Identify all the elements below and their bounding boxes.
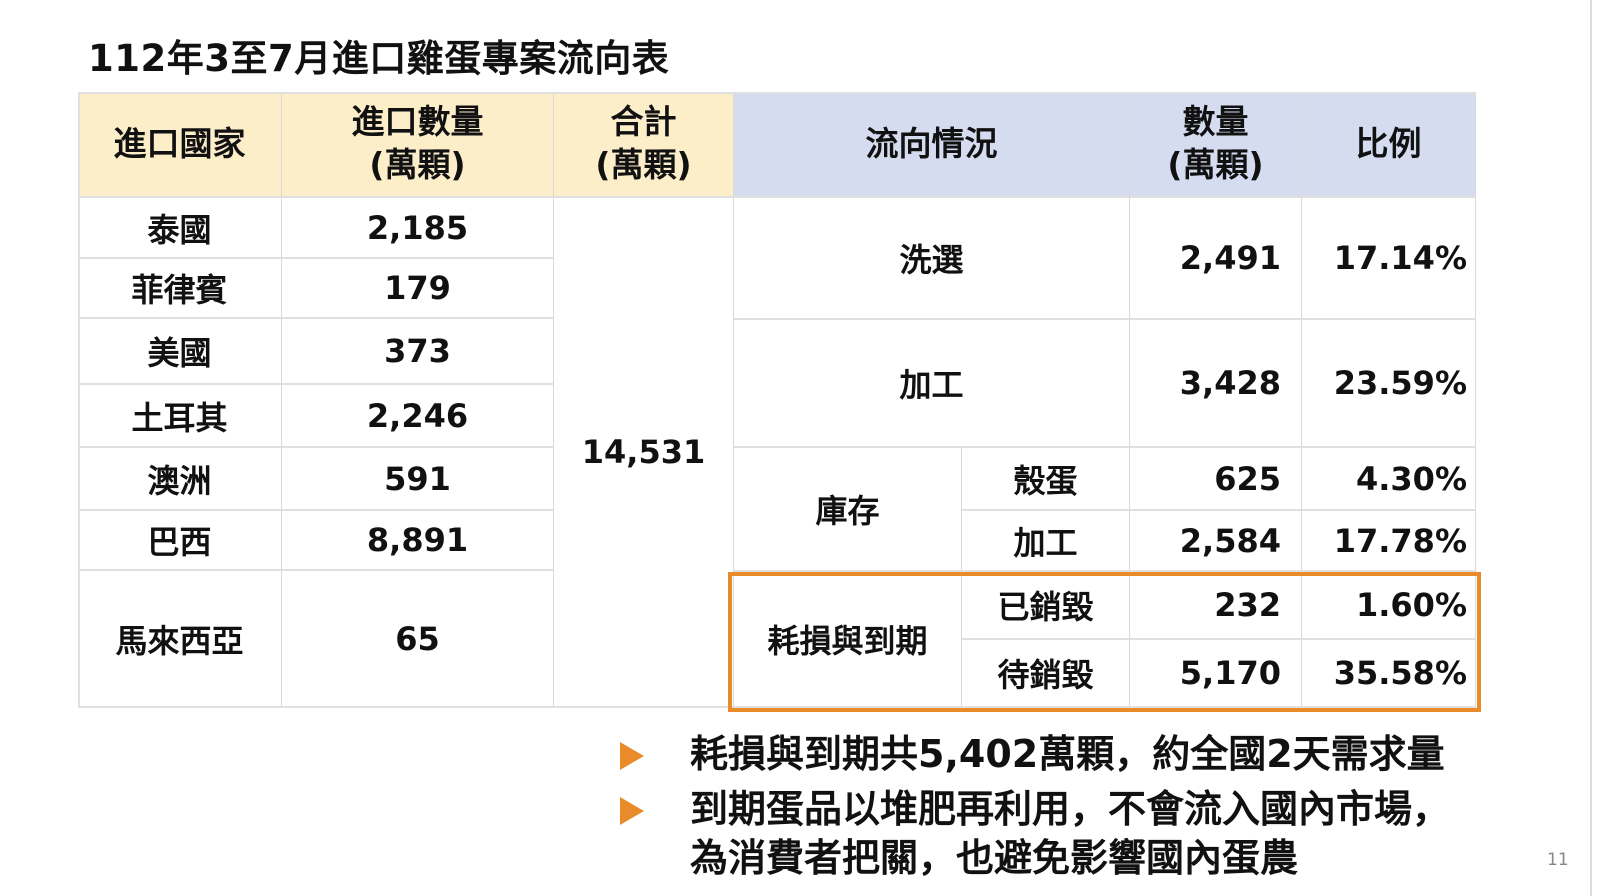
import-qty-3: 2,246 [282, 385, 554, 448]
import-country-3: 土耳其 [78, 385, 282, 448]
flow-loss-destroyed-ratio: 1.60% [1302, 572, 1476, 640]
triangle-bullet-icon [620, 742, 644, 770]
header-total: 合計 (萬顆) [554, 92, 734, 198]
import-total: 14,531 [554, 198, 734, 708]
flow-wash-label: 洗選 [734, 198, 1130, 320]
triangle-bullet-icon [620, 797, 644, 825]
import-qty-5: 8,891 [282, 511, 554, 571]
import-country-5: 巴西 [78, 511, 282, 571]
flow-stock-shell-ratio: 4.30% [1302, 448, 1476, 511]
page-number: 11 [1547, 850, 1569, 870]
flow-loss-destroyed-qty: 232 [1130, 572, 1302, 640]
bullet-2-line1: 到期蛋品以堆肥再利用，不會流入國內市場， [690, 787, 1451, 831]
bullet-1: 耗損與到期共5,402萬顆，約全國2天需求量 [620, 730, 1445, 779]
flow-stock-processed-label: 加工 [962, 511, 1130, 572]
flow-loss-destroyed-label: 已銷毀 [962, 572, 1130, 640]
header-import-qty-line2: (萬顆) [369, 145, 466, 184]
flow-stock-processed-qty: 2,584 [1130, 511, 1302, 572]
import-country-0: 泰國 [78, 198, 282, 259]
slide-edge-divider [1590, 0, 1592, 896]
flow-stock-shell-label: 殼蛋 [962, 448, 1130, 511]
header-country: 進口國家 [78, 92, 282, 198]
slide: 112年3至7月進口雞蛋專案流向表 進口國家 進口數量 (萬顆) 合計 (萬顆)… [0, 0, 1600, 896]
flow-process-label: 加工 [734, 320, 1130, 448]
import-qty-2: 373 [282, 319, 554, 385]
import-qty-4: 591 [282, 448, 554, 511]
flow-loss-pending-ratio: 35.58% [1302, 640, 1476, 708]
import-country-4: 澳洲 [78, 448, 282, 511]
header-qty-line2: (萬顆) [1167, 145, 1264, 184]
header-qty: 數量 (萬顆) [1130, 92, 1302, 198]
flow-loss-pending-qty: 5,170 [1130, 640, 1302, 708]
import-country-2: 美國 [78, 319, 282, 385]
import-qty-6: 65 [282, 571, 554, 708]
header-import-qty: 進口數量 (萬顆) [282, 92, 554, 198]
header-qty-line1: 數量 [1182, 102, 1249, 142]
bullet-1-text: 耗損與到期共5,402萬顆，約全國2天需求量 [690, 732, 1445, 776]
import-qty-0: 2,185 [282, 198, 554, 259]
bullet-2-line2: 為消費者把關，也避免影響國內蛋農 [690, 836, 1299, 881]
header-ratio: 比例 [1302, 92, 1476, 198]
import-country-1: 菲律賓 [78, 259, 282, 319]
flow-wash-qty: 2,491 [1130, 198, 1302, 320]
header-flow: 流向情況 [734, 92, 1130, 198]
header-total-line2: (萬顆) [595, 145, 692, 184]
header-total-line1: 合計 [610, 102, 677, 142]
flow-process-ratio: 23.59% [1302, 320, 1476, 448]
flow-loss-pending-label: 待銷毀 [962, 640, 1130, 708]
bullet-2: 到期蛋品以堆肥再利用，不會流入國內市場， 為消費者把關，也避免影響國內蛋農 [620, 785, 1450, 884]
header-import-qty-line1: 進口數量 [351, 102, 484, 142]
flow-stock-processed-ratio: 17.78% [1302, 511, 1476, 572]
slide-title: 112年3至7月進口雞蛋專案流向表 [88, 37, 670, 80]
flow-loss-label: 耗損與到期 [734, 572, 962, 708]
flow-process-qty: 3,428 [1130, 320, 1302, 448]
import-qty-1: 179 [282, 259, 554, 319]
flow-wash-ratio: 17.14% [1302, 198, 1476, 320]
flow-stock-shell-qty: 625 [1130, 448, 1302, 511]
flow-stock-label: 庫存 [734, 448, 962, 572]
import-country-6: 馬來西亞 [78, 571, 282, 708]
